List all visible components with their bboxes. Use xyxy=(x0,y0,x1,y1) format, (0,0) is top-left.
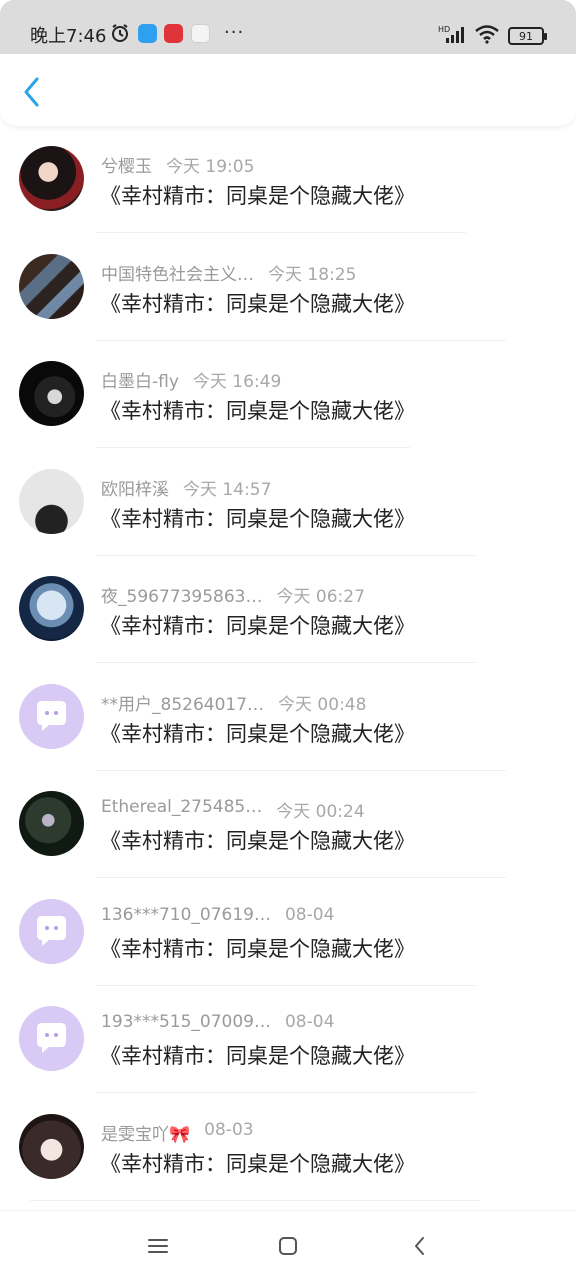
username[interactable]: 136***710_07619… xyxy=(101,905,271,925)
list-item[interactable]: 193***515_07009… 08-04 《幸村精市：同桌是个隐藏大佬》 xyxy=(0,986,576,1094)
book-title[interactable]: 《幸村精市：同桌是个隐藏大佬》 xyxy=(100,825,415,855)
book-title[interactable]: 《幸村精市：同桌是个隐藏大佬》 xyxy=(100,718,415,748)
timestamp: 08-03 xyxy=(204,1119,254,1140)
avatar[interactable] xyxy=(19,791,84,856)
list-item[interactable]: 中国特色社会主义… 今天 18:25 《幸村精市：同桌是个隐藏大佬》 xyxy=(0,234,576,342)
app-header xyxy=(0,54,576,126)
message-meta: 欧阳梓溪 今天 14:57 xyxy=(101,475,271,500)
status-bar: 晚上7:46 ··· HD 91 xyxy=(0,0,576,54)
default-avatar-icon[interactable] xyxy=(19,1006,84,1071)
message-meta: 白墨白-fly 今天 16:49 xyxy=(101,367,281,392)
list-item[interactable]: Ethereal_275485… 今天 00:24 《幸村精市：同桌是个隐藏大佬… xyxy=(0,771,576,879)
list-item[interactable]: **用户_85264017… 今天 00:48 《幸村精市：同桌是个隐藏大佬》 xyxy=(0,664,576,772)
book-title[interactable]: 《幸村精市：同桌是个隐藏大佬》 xyxy=(100,1148,415,1178)
username[interactable]: 中国特色社会主义… xyxy=(101,260,254,285)
username[interactable]: 夜_59677395863… xyxy=(101,582,262,607)
book-title[interactable]: 《幸村精市：同桌是个隐藏大佬》 xyxy=(100,1040,415,1070)
chevron-left-icon[interactable] xyxy=(18,76,46,108)
timestamp: 08-04 xyxy=(284,1012,335,1032)
menu-icon[interactable] xyxy=(145,1233,171,1259)
app-notification-icon xyxy=(164,24,183,43)
message-list: 兮樱玉 今天 19:05 《幸村精市：同桌是个隐藏大佬》 中国特色社会主义… 今… xyxy=(0,126,576,1201)
baidu-icon xyxy=(191,24,210,43)
message-meta: Ethereal_275485… 今天 00:24 xyxy=(101,797,365,822)
book-title[interactable]: 《幸村精市：同桌是个隐藏大佬》 xyxy=(100,503,415,533)
list-item[interactable]: 136***710_07619… 08-04 《幸村精市：同桌是个隐藏大佬》 xyxy=(0,879,576,987)
app-notification-icon xyxy=(138,24,157,43)
avatar[interactable] xyxy=(19,146,84,211)
username[interactable]: 欧阳梓溪 xyxy=(101,475,169,500)
book-title[interactable]: 《幸村精市：同桌是个隐藏大佬》 xyxy=(100,933,415,963)
username[interactable]: 白墨白-fly xyxy=(101,367,179,392)
list-item[interactable]: 白墨白-fly 今天 16:49 《幸村精市：同桌是个隐藏大佬》 xyxy=(0,341,576,449)
list-item[interactable]: 欧阳梓溪 今天 14:57 《幸村精市：同桌是个隐藏大佬》 xyxy=(0,449,576,557)
timestamp: 今天 19:05 xyxy=(166,157,255,177)
timestamp: 今天 18:25 xyxy=(268,264,357,285)
avatar[interactable] xyxy=(19,468,84,534)
message-meta: 兮樱玉 今天 19:05 xyxy=(101,152,254,177)
list-item[interactable]: 夜_59677395863… 今天 06:27 《幸村精市：同桌是个隐藏大佬》 xyxy=(0,556,576,664)
message-meta: 136***710_07619… 08-04 xyxy=(101,905,334,925)
message-meta: 是雯宝吖🎀 08-03 xyxy=(101,1120,254,1145)
avatar[interactable] xyxy=(19,576,84,641)
book-title[interactable]: 《幸村精市：同桌是个隐藏大佬》 xyxy=(100,288,415,318)
system-nav-bar xyxy=(0,1210,576,1280)
message-meta: 193***515_07009… 08-04 xyxy=(101,1012,334,1032)
book-title[interactable]: 《幸村精市：同桌是个隐藏大佬》 xyxy=(100,610,415,640)
timestamp: 08-04 xyxy=(284,904,335,925)
list-item[interactable]: 兮樱玉 今天 19:05 《幸村精市：同桌是个隐藏大佬》 xyxy=(0,126,576,234)
message-meta: 中国特色社会主义… 今天 18:25 xyxy=(101,260,356,285)
hd-signal-icon: HD xyxy=(438,24,466,48)
book-title[interactable]: 《幸村精市：同桌是个隐藏大佬》 xyxy=(100,395,415,425)
username[interactable]: 193***515_07009… xyxy=(101,1012,271,1032)
avatar[interactable] xyxy=(19,1113,84,1179)
status-time: 晚上7:46 xyxy=(30,26,107,47)
book-title[interactable]: 《幸村精市：同桌是个隐藏大佬》 xyxy=(100,180,415,210)
username[interactable]: **用户_85264017… xyxy=(101,690,264,715)
avatar[interactable] xyxy=(19,253,84,319)
timestamp: 今天 06:27 xyxy=(276,587,365,607)
timestamp: 今天 14:57 xyxy=(183,479,272,500)
timestamp: 今天 00:24 xyxy=(276,802,365,822)
username[interactable]: 兮樱玉 xyxy=(101,152,152,177)
default-avatar-icon[interactable] xyxy=(19,683,84,749)
list-item[interactable]: 是雯宝吖🎀 08-03 《幸村精市：同桌是个隐藏大佬》 xyxy=(0,1094,576,1202)
battery-icon: 91 xyxy=(508,27,547,45)
message-meta: **用户_85264017… 今天 00:48 xyxy=(101,690,366,715)
home-icon[interactable] xyxy=(275,1233,301,1259)
default-avatar-icon[interactable] xyxy=(19,898,84,964)
back-icon[interactable] xyxy=(407,1233,433,1259)
wifi-icon xyxy=(474,24,500,48)
avatar[interactable] xyxy=(19,361,84,426)
timestamp: 今天 16:49 xyxy=(192,372,282,392)
alarm-icon xyxy=(110,22,130,44)
message-meta: 夜_59677395863… 今天 06:27 xyxy=(101,582,365,607)
timestamp: 今天 00:48 xyxy=(278,694,367,715)
divider xyxy=(30,1199,480,1201)
more-notifications-icon: ··· xyxy=(224,22,245,43)
svg-text:HD: HD xyxy=(438,25,450,34)
username[interactable]: Ethereal_275485… xyxy=(101,797,262,822)
username[interactable]: 是雯宝吖🎀 xyxy=(101,1120,190,1145)
status-right-group: HD 91 xyxy=(438,24,547,48)
